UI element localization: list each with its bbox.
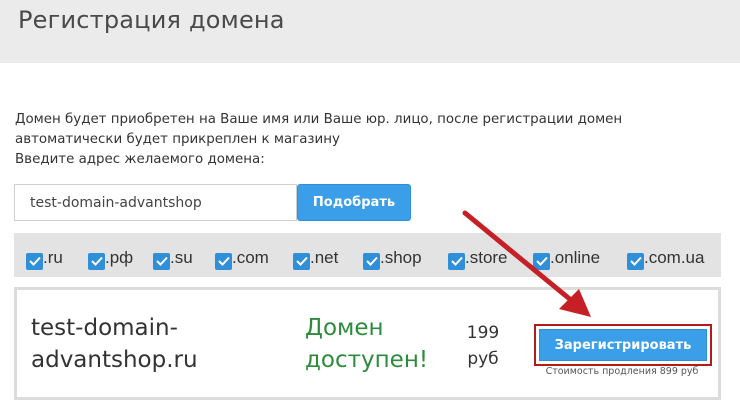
renewal-price-note: Стоимость продления 899 руб — [545, 366, 699, 377]
zone-online[interactable]: .online — [533, 245, 601, 270]
domain-name-line-2: advantshop.ru — [31, 347, 198, 373]
checkbox-icon[interactable] — [293, 252, 310, 270]
checkbox-icon[interactable] — [533, 252, 550, 270]
zone-rf[interactable]: .рф — [88, 245, 134, 270]
domain-result-card: test-domain- advantshop.ru Домен доступе… — [14, 287, 721, 400]
zone-su[interactable]: .su — [153, 245, 193, 270]
price-currency: руб — [467, 349, 499, 369]
zone-label: .рф — [105, 247, 134, 267]
availability-status: Домен доступен! — [305, 312, 465, 376]
zone-label: .online — [550, 247, 601, 267]
checkbox-icon[interactable] — [215, 252, 232, 270]
zone-label: .shop — [380, 247, 422, 267]
checkbox-icon[interactable] — [26, 252, 43, 270]
domain-zone-list: .ru .рф .su .com .net .shop .store .onli… — [14, 233, 721, 277]
zone-label: .store — [465, 247, 508, 267]
description-line-1: Домен будет приобретен на Ваше имя или В… — [15, 112, 623, 127]
zone-shop[interactable]: .shop — [363, 245, 422, 270]
find-domain-button[interactable]: Подобрать — [297, 184, 411, 221]
zone-com-ua[interactable]: .com.ua — [627, 245, 705, 270]
availability-line-2: доступен! — [305, 347, 429, 373]
checkbox-icon[interactable] — [153, 252, 170, 270]
zone-label: .com.ua — [644, 247, 705, 267]
zone-label: .net — [310, 247, 339, 267]
domain-search-input[interactable] — [14, 184, 297, 221]
zone-store[interactable]: .store — [448, 245, 508, 270]
checkbox-icon[interactable] — [88, 252, 105, 270]
availability-line-1: Домен — [305, 315, 384, 341]
register-highlight-frame: Зарегистрировать — [534, 324, 712, 366]
checkbox-icon[interactable] — [363, 252, 380, 270]
price-value: 199 — [466, 323, 500, 343]
domain-price: 199 руб — [453, 320, 513, 372]
zone-label: .ru — [43, 247, 63, 267]
zone-label: .su — [170, 247, 193, 267]
zone-ru[interactable]: .ru — [26, 245, 63, 270]
page-header: Регистрация домена — [0, 0, 740, 63]
register-domain-button[interactable]: Зарегистрировать — [539, 329, 707, 361]
description: Домен будет приобретен на Ваше имя или В… — [15, 110, 715, 170]
domain-name-line-1: test-domain- — [31, 315, 178, 341]
description-line-2: автоматически будет прикреплен к магазин… — [15, 132, 340, 147]
page-title: Регистрация домена — [18, 6, 285, 34]
description-line-3: Введите адрес желаемого домена: — [15, 152, 265, 167]
zone-com[interactable]: .com — [215, 245, 269, 270]
checkbox-icon[interactable] — [627, 252, 644, 270]
zone-label: .com — [232, 247, 269, 267]
checkbox-icon[interactable] — [448, 252, 465, 270]
result-domain-name: test-domain- advantshop.ru — [31, 312, 281, 376]
zone-net[interactable]: .net — [293, 245, 339, 270]
